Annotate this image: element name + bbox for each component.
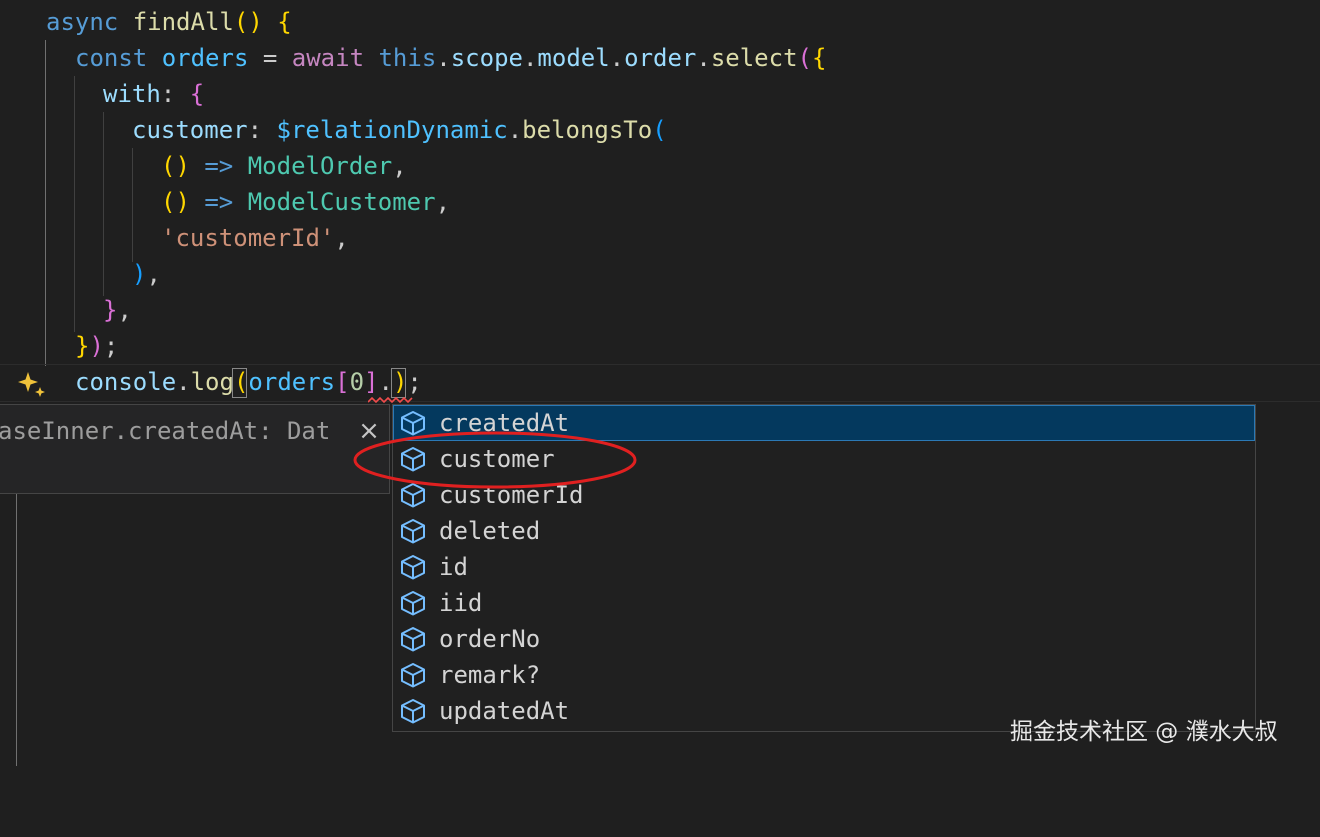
code-line-7[interactable]: 'customerId',: [161, 220, 349, 256]
property-cube-icon: [401, 591, 425, 616]
punctuation: :: [247, 116, 263, 144]
code-line-5[interactable]: () => ModelOrder,: [161, 148, 407, 184]
bracket: (: [233, 8, 249, 36]
suggestion-item[interactable]: id: [393, 549, 1255, 585]
function-name: select: [710, 44, 798, 72]
bracket: ]: [364, 368, 379, 396]
punctuation: ,: [146, 260, 161, 288]
suggestion-item[interactable]: remark?: [393, 657, 1255, 693]
variable: console: [75, 368, 177, 396]
punctuation: :: [160, 80, 176, 108]
operator: =>: [204, 152, 234, 180]
indent-guide: [103, 112, 104, 296]
keyword: await: [291, 44, 365, 72]
punctuation: ,: [392, 152, 407, 180]
sparkle-icon[interactable]: [16, 368, 48, 400]
bracket: {: [811, 44, 827, 72]
keyword: async: [46, 8, 119, 36]
code-line-3[interactable]: with: {: [103, 76, 204, 112]
function-name: findAll: [132, 8, 234, 36]
suggestion-label: remark?: [439, 661, 541, 689]
bracket: {: [189, 80, 205, 108]
suggestion-label: updatedAt: [439, 697, 570, 725]
code-line-4[interactable]: customer: $relationDynamic.belongsTo(: [132, 112, 667, 148]
property-cube-icon: [401, 555, 425, 580]
indent-guide: [132, 148, 133, 262]
punctuation: ;: [407, 368, 422, 396]
suggestion-item[interactable]: orderNo: [393, 621, 1255, 657]
bracket: (: [797, 44, 812, 72]
code-line-8[interactable]: ),: [132, 256, 161, 292]
code-line-6[interactable]: () => ModelCustomer,: [161, 184, 450, 220]
code-line-2[interactable]: const orders = await this.scope.model.or…: [75, 40, 826, 76]
annotation-ellipse: [353, 431, 637, 489]
bracket: ): [248, 8, 263, 36]
property-cube-icon: [401, 519, 425, 544]
operator: =: [262, 44, 278, 72]
string-literal: 'customerId': [161, 224, 335, 252]
suggestion-label: deleted: [439, 517, 541, 545]
bracket: ): [89, 332, 104, 360]
keyword: this: [378, 44, 437, 72]
indent-guide: [74, 76, 75, 332]
hover-type-info: aseInner.createdAt: Dat: [0, 417, 331, 445]
property: scope: [450, 44, 523, 72]
suggestion-label: id: [439, 553, 468, 581]
property: order: [624, 44, 697, 72]
bracket: {: [277, 8, 292, 36]
code-line-11[interactable]: console.log(orders[0].);: [75, 364, 422, 400]
bracket-match-highlight: [232, 368, 247, 398]
punctuation: ,: [334, 224, 349, 252]
suggestion-label: iid: [439, 589, 483, 617]
punctuation: .: [696, 44, 711, 72]
suggestion-item[interactable]: iid: [393, 585, 1255, 621]
bracket: (): [161, 188, 190, 216]
property: customer: [132, 116, 248, 144]
bracket: }: [75, 332, 90, 360]
property-cube-icon: [401, 663, 425, 688]
punctuation: .: [609, 44, 625, 72]
indent-guide: [16, 494, 17, 766]
code-line-10[interactable]: });: [75, 328, 118, 364]
bracket: [: [335, 368, 350, 396]
code-line-1[interactable]: async findAll() {: [46, 4, 292, 40]
bracket-match-highlight: [391, 368, 406, 398]
number-literal: 0: [349, 368, 365, 396]
punctuation: ,: [117, 296, 132, 324]
hover-tooltip: aseInner.createdAt: Dat ×: [0, 404, 390, 494]
punctuation: .: [176, 368, 191, 396]
punctuation: ,: [435, 188, 451, 216]
operator: =>: [204, 188, 234, 216]
variable: orders: [161, 44, 249, 72]
bracket: (): [161, 152, 190, 180]
code-line-9[interactable]: },: [103, 292, 132, 328]
bracket: (: [652, 116, 667, 144]
variable: orders: [248, 368, 336, 396]
keyword: const: [75, 44, 148, 72]
punctuation: .: [522, 44, 538, 72]
bracket: }: [103, 296, 118, 324]
watermark: 掘金技术社区 @ 濮水大叔: [1010, 719, 1278, 745]
punctuation: ;: [103, 332, 119, 360]
property: with: [103, 80, 161, 108]
indent-guide: [45, 40, 46, 366]
function-name: belongsTo: [522, 116, 653, 144]
type-name: ModelCustomer: [247, 188, 436, 216]
property-cube-icon: [401, 699, 425, 724]
suggestion-label: orderNo: [439, 625, 541, 653]
function-name: log: [190, 368, 234, 396]
property-cube-icon: [401, 627, 425, 652]
property: model: [537, 44, 610, 72]
bracket: ): [132, 260, 147, 288]
type-name: ModelOrder: [247, 152, 393, 180]
error-squiggle: [368, 396, 413, 404]
punctuation: .: [507, 116, 523, 144]
suggestion-item[interactable]: deleted: [393, 513, 1255, 549]
variable: $relationDynamic: [276, 116, 508, 144]
punctuation: .: [436, 44, 451, 72]
